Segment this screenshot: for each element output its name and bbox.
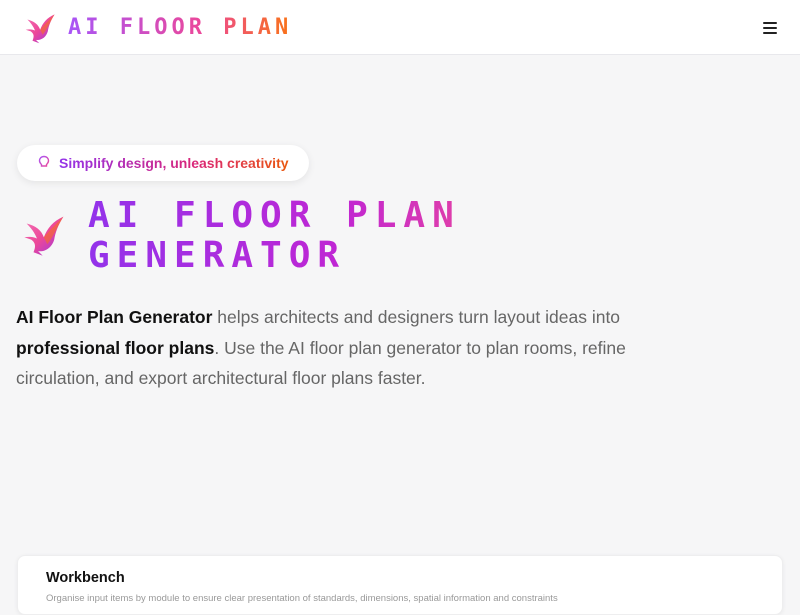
hamburger-menu-icon-bar (763, 27, 777, 29)
page-title-line-2: GENERATOR (88, 235, 347, 276)
page-title: AI FLOOR PLAN GENERATOR (88, 196, 648, 276)
workbench-title: Workbench (46, 570, 125, 586)
description-text-1: helps architects and designers turn layo… (212, 307, 621, 327)
tagline-text: Simplify design, unleash creativity (59, 155, 289, 171)
brand-link[interactable]: AI FLOOR PLAN (24, 10, 292, 46)
workbench-card: Workbench Organise input items by module… (17, 555, 783, 615)
workbench-subtitle: Organise input items by module to ensure… (46, 593, 558, 604)
description-strong-2: professional floor plans (16, 337, 215, 358)
bird-logo-icon (24, 216, 64, 256)
tagline-badge: Simplify design, unleash creativity (17, 145, 309, 181)
menu-button[interactable] (760, 16, 780, 40)
brand-name: AI FLOOR PLAN (68, 10, 292, 46)
bird-logo-icon (25, 14, 55, 44)
lightbulb-icon (38, 155, 50, 171)
page-title-line-1: AI FLOOR PLAN (88, 195, 461, 236)
top-navbar: AI FLOOR PLAN (0, 0, 800, 55)
hero-description: AI Floor Plan Generator helps architects… (16, 302, 676, 394)
hamburger-menu-icon-bar (763, 32, 777, 34)
description-strong-1: AI Floor Plan Generator (16, 307, 213, 327)
hamburger-menu-icon (763, 22, 777, 24)
